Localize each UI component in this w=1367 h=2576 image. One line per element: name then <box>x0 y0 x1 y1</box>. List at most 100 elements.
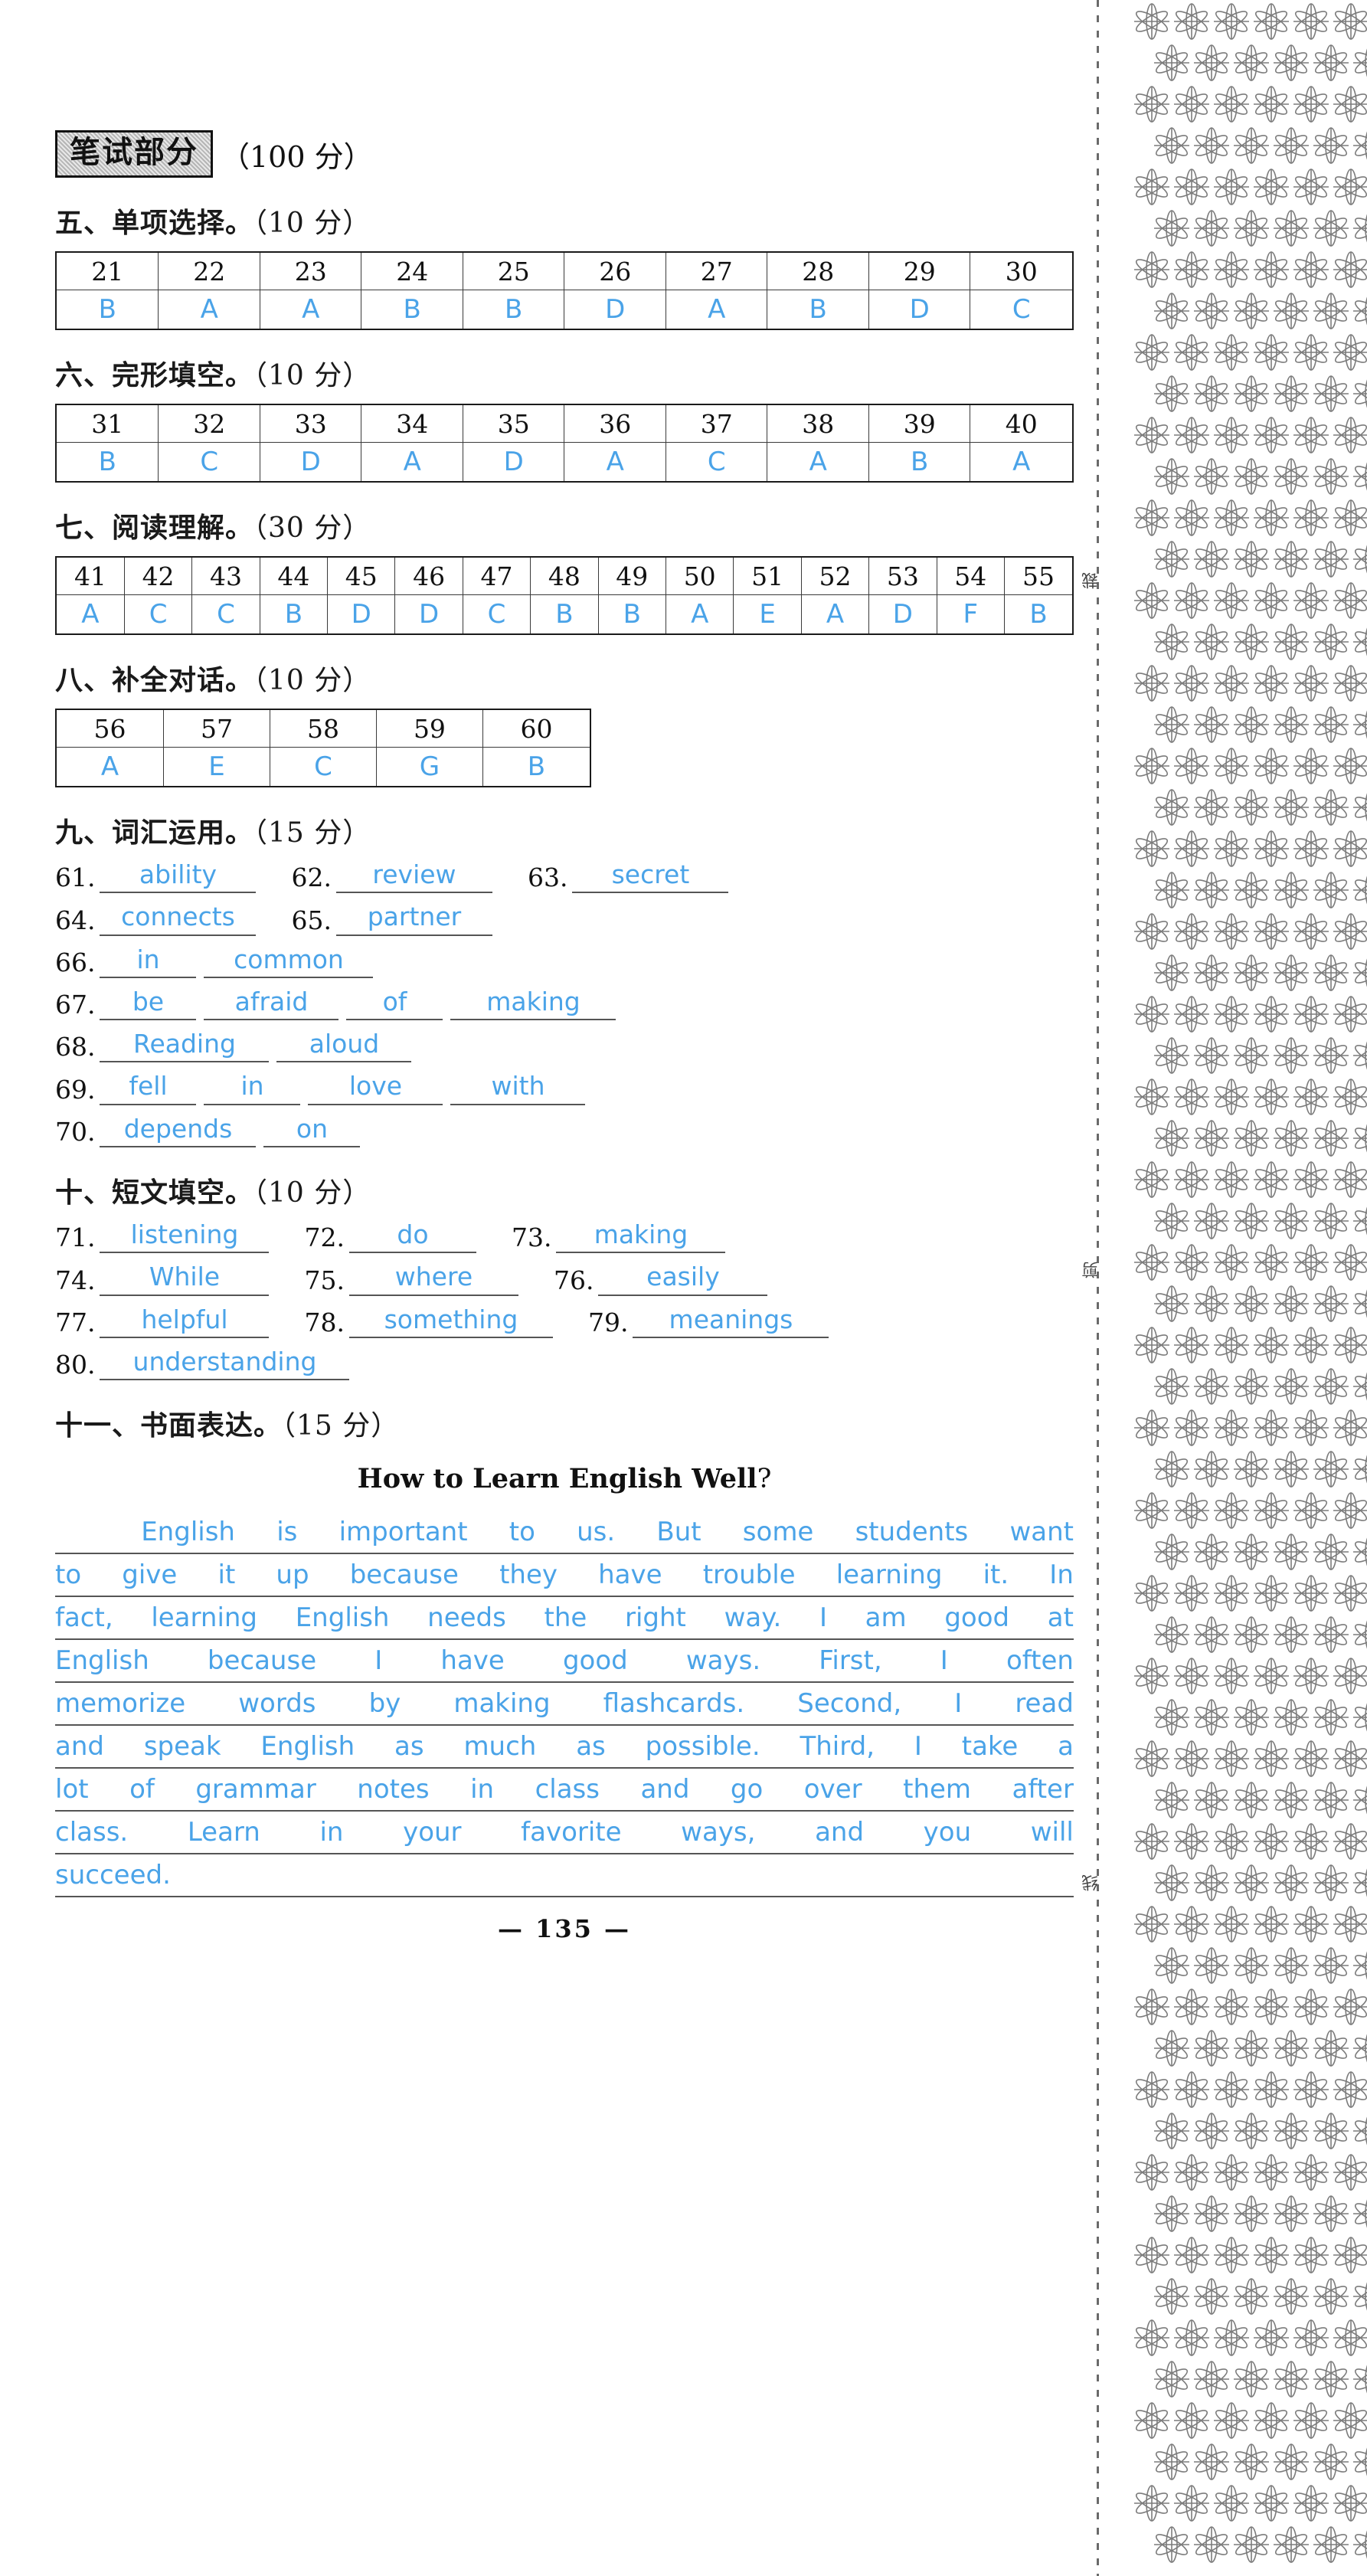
pattern-star-icon <box>1271 951 1311 994</box>
pattern-star-icon <box>1132 496 1172 539</box>
pattern-star-icon <box>1331 2316 1367 2359</box>
composition-word: it. <box>983 1560 1009 1591</box>
question-number-cell: 52 <box>800 556 870 595</box>
pattern-star-icon <box>1331 1655 1367 1697</box>
blank-answer-item: 73. making <box>511 1220 726 1254</box>
cut-mark-icon-3: 线 <box>1082 1873 1101 1891</box>
blank-answer-item: 75. where <box>304 1263 518 1296</box>
pattern-star-icon <box>1311 1282 1351 1325</box>
composition-word: you <box>923 1817 972 1848</box>
pattern-star-icon <box>1132 827 1172 870</box>
pattern-star-icon <box>1152 372 1192 415</box>
pattern-star-icon <box>1271 290 1311 332</box>
page-content: 笔试部分 （100 分） 五、单项选择。（10 分） 21 22 23 24 25 26 2… <box>55 0 1074 2576</box>
pattern-star-icon <box>1231 124 1271 167</box>
pattern-star-icon <box>1152 2275 1192 2318</box>
pattern-star-icon <box>1192 2358 1231 2401</box>
pattern-star-icon <box>1271 1530 1311 1573</box>
written-part-badge: 笔试部分 <box>55 130 213 178</box>
pattern-star-icon <box>1132 1406 1172 1449</box>
answer-cell: D <box>868 290 971 330</box>
pattern-star-icon <box>1271 1200 1311 1242</box>
pattern-star-icon <box>1132 2151 1172 2194</box>
pattern-star-icon <box>1192 207 1231 250</box>
answer-cell: A <box>55 747 165 787</box>
pattern-star-icon <box>1192 372 1231 415</box>
composition-word: in <box>470 1774 495 1805</box>
pattern-star-icon <box>1271 2440 1311 2483</box>
decorative-pattern-band <box>1132 0 1367 2576</box>
pattern-star-icon <box>1251 1489 1291 1532</box>
pattern-star-icon <box>1192 1117 1231 1160</box>
answer-cell: B <box>1003 594 1074 635</box>
question-number-cell: 29 <box>868 251 971 290</box>
pattern-star-icon <box>1212 1820 1251 1863</box>
pattern-star-icon <box>1152 2358 1192 2401</box>
composition-word: after <box>1012 1774 1074 1805</box>
pattern-star-icon <box>1132 2234 1172 2277</box>
pattern-star-icon <box>1192 2110 1231 2152</box>
pattern-star-icon <box>1311 786 1351 829</box>
pattern-star-icon <box>1291 496 1331 539</box>
pattern-star-icon <box>1351 869 1367 912</box>
pattern-star-icon <box>1172 2234 1212 2277</box>
pattern-star-icon <box>1351 290 1367 332</box>
pattern-star-icon <box>1172 1903 1212 1946</box>
pattern-star-icon <box>1231 1282 1271 1325</box>
blank-answer-item: 63. secret <box>528 860 729 894</box>
pattern-star-icon <box>1331 331 1367 374</box>
pattern-star-icon <box>1351 455 1367 498</box>
blank-number: 73. <box>511 1223 552 1253</box>
pattern-star-icon <box>1351 1200 1367 1242</box>
pattern-star-icon <box>1271 1117 1311 1160</box>
blank-answer-row: 74. While 75. where 76. easily <box>55 1263 1074 1296</box>
blank-answer-text: in <box>204 1072 301 1105</box>
pattern-star-icon <box>1212 1241 1251 1284</box>
question-number-cell: 27 <box>665 251 768 290</box>
pattern-star-icon <box>1291 993 1331 1036</box>
answer-cell: C <box>970 290 1074 330</box>
pattern-star-icon <box>1331 2151 1367 2194</box>
pattern-star-icon <box>1231 703 1271 746</box>
pattern-star-icon <box>1192 1200 1231 1242</box>
blank-answer-text: review <box>335 860 492 894</box>
pattern-star-icon <box>1271 869 1311 912</box>
composition-word: making <box>453 1688 551 1720</box>
composition-title-mark: ? <box>757 1464 772 1495</box>
pattern-star-icon <box>1271 2110 1311 2152</box>
composition-word: because <box>207 1645 317 1677</box>
composition-word: have <box>598 1560 662 1591</box>
pattern-star-icon <box>1331 1406 1367 1449</box>
pattern-star-icon <box>1231 1696 1271 1739</box>
composition-word: lot <box>55 1774 89 1805</box>
pattern-star-icon <box>1172 827 1212 870</box>
section-heading-11: 十一、书面表达。（15 分） <box>55 1403 1074 1443</box>
pattern-star-icon <box>1251 2068 1291 2111</box>
pattern-star-icon <box>1192 1365 1231 1408</box>
question-number-cell: 33 <box>259 404 362 443</box>
composition-word: right <box>625 1602 686 1634</box>
composition-word: First, <box>819 1645 882 1677</box>
section-11-title: 十一、书面表达。 <box>55 1410 283 1442</box>
pattern-star-icon <box>1212 910 1251 953</box>
section-7-title: 七、阅读理解。 <box>55 512 254 544</box>
blank-answer-text: with <box>450 1072 586 1105</box>
blank-answer-text: While <box>100 1263 270 1296</box>
blank-answer-item: 61. ability <box>55 860 257 894</box>
pattern-star-icon <box>1291 248 1331 291</box>
pattern-star-icon <box>1212 1158 1251 1201</box>
blank-number: 66. <box>55 947 96 977</box>
section-heading-7: 七、阅读理解。（30 分） <box>55 506 1074 545</box>
blank-answer-item: 69. fell in love with <box>55 1072 586 1105</box>
pattern-star-icon <box>1351 703 1367 746</box>
blank-answer-text: meanings <box>633 1305 829 1338</box>
pattern-star-icon <box>1212 1903 1251 1946</box>
pattern-star-icon <box>1311 2523 1351 2566</box>
composition-line: succeed. <box>55 1854 1074 1898</box>
section-heading-8: 八、补全对话。（10 分） <box>55 658 1074 698</box>
question-number-cell: 35 <box>462 404 565 443</box>
pattern-star-icon <box>1311 1530 1351 1573</box>
answer-cell: D <box>259 442 362 483</box>
pattern-star-icon <box>1132 2068 1172 2111</box>
question-number-cell: 45 <box>327 556 396 595</box>
